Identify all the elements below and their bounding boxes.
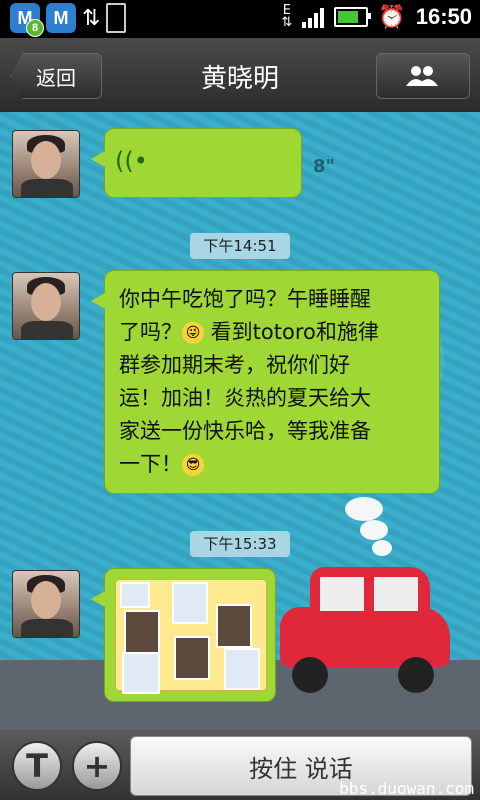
cool-emoji-icon: 😎 [182,454,204,476]
plus-icon: + [83,747,111,785]
avatar[interactable] [12,272,80,340]
data-transfer-icon: ⇅ [82,5,101,31]
sticker-cat [172,582,208,624]
car-illustration [280,567,450,693]
add-button[interactable]: + [72,741,122,791]
message-line: 看到totoro和施律 [204,320,379,344]
title-bar: 返回 黄晓明 [0,38,480,113]
sim-icon [106,3,127,33]
wink-emoji-icon: 😜 [182,322,204,344]
sticker-photo [124,610,160,654]
sticker-photo [216,604,252,648]
watermark: bbs.duowan.com [339,779,474,798]
voice-message-bubble[interactable]: ((• [91,128,302,198]
signal-icon [302,6,325,28]
smoke-cloud [372,540,392,556]
text-mode-icon: T [26,747,48,785]
avatar[interactable] [12,130,80,198]
battery-icon [334,7,372,27]
status-bar: M 8 M ⇅ E ⇅ ⏰ 16:50 [0,0,480,38]
smoke-cloud [345,497,383,521]
sticker-cat [224,648,260,690]
message-line: 群参加期末考，祝你们好 [119,353,350,377]
timestamp: 下午15:33 [190,531,290,557]
network-type-icon: E ⇅ [281,3,293,30]
notification-badge: 8 [26,19,44,37]
text-message-bubble[interactable]: 你中午吃饱了吗？午睡睡醒 了吗？ 😜 看到totoro和施律 群参加期末考，祝你们… [91,270,440,494]
voice-wave-icon: ((• [115,147,148,175]
people-icon [406,66,438,86]
message-line: 一下！ [119,452,182,476]
message-line: 家送一份快乐哈，等我准备 [119,419,371,443]
message-line: 运！加油！炎热的夏天给大 [119,386,371,410]
alarm-icon: ⏰ [378,4,406,30]
avatar[interactable] [12,570,80,638]
sticker-image [115,579,267,694]
chat-area[interactable]: ((• 8" 下午14:51 你中午吃饱了吗？午睡睡醒 了吗？ 😜 看到totor… [0,112,480,730]
camera-icon [120,582,150,608]
message-line: 了吗？ [119,320,182,344]
sticker-cat [122,652,160,694]
notification-app-icon: M 8 [10,3,44,37]
message-line: 你中午吃饱了吗？午睡睡醒 [119,287,371,311]
text-mode-button[interactable]: T [12,741,62,791]
input-bar: T + 按住 说话 bbs.duowan.com [0,730,480,800]
voice-duration: 8" [313,156,335,177]
status-clock: 16:50 [415,4,472,29]
timestamp: 下午14:51 [190,233,290,259]
smoke-cloud [360,520,388,540]
message-text: 你中午吃饱了吗？午睡睡醒 了吗？ 😜 看到totoro和施律 群参加期末考，祝你们… [105,271,439,493]
sticker-message-bubble[interactable] [91,568,276,702]
sticker-photo [174,636,210,680]
contact-info-button[interactable] [376,53,470,99]
notification-app-icon-2: M [46,3,76,33]
